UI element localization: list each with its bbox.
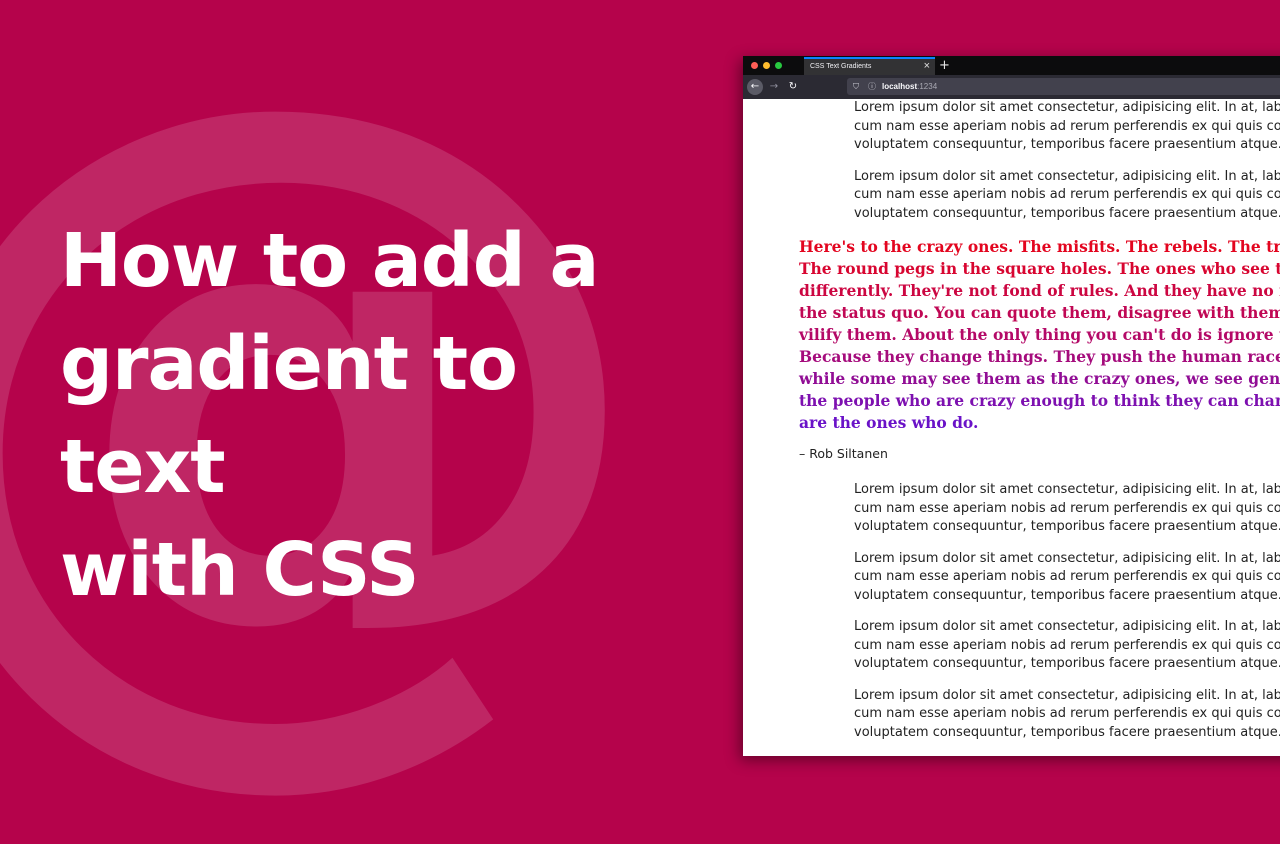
headline-line-1: How to add a xyxy=(60,218,599,304)
lorem-line: Lorem ipsum dolor sit amet consectetur, … xyxy=(854,687,1280,703)
lorem-line: Lorem ipsum dolor sit amet consectetur, … xyxy=(854,619,1280,634)
tab-title: CSS Text Gradients xyxy=(810,63,872,70)
lorem-line: voluptatem consequuntur, temporibus face… xyxy=(854,656,1280,671)
maximize-window-button[interactable] xyxy=(775,62,782,69)
browser-titlebar: CSS Text Gradients × + xyxy=(743,56,1280,75)
quote-line: the people who are crazy enough to think… xyxy=(799,391,1280,410)
lorem-line: Lorem ipsum dolor sit amet consectetur, … xyxy=(854,100,1280,115)
minimize-window-button[interactable] xyxy=(763,62,770,69)
forward-arrow-icon[interactable]: → xyxy=(766,79,782,95)
url-host: localhost xyxy=(882,82,918,91)
page-headline: How to add a gradient to text with CSS xyxy=(60,210,700,622)
url-port: :1234 xyxy=(917,82,938,91)
headline-line-3: with CSS xyxy=(60,527,420,613)
back-arrow-icon[interactable]: ← xyxy=(747,79,763,95)
lorem-paragraph: Lorem ipsum dolor sit amet consectetur, … xyxy=(854,481,1280,537)
lorem-paragraph: Lorem ipsum dolor sit amet consectetur, … xyxy=(854,550,1280,606)
lorem-paragraph: Lorem ipsum dolor sit amet consectetur, … xyxy=(854,168,1280,224)
lorem-line: voluptatem consequuntur, temporibus face… xyxy=(854,724,1280,740)
page-content: Lorem ipsum dolor sit amet consectetur, … xyxy=(743,99,1280,755)
lorem-line: cum nam esse aperiam nobis ad rerum perf… xyxy=(854,118,1280,134)
close-window-button[interactable] xyxy=(751,62,758,69)
shield-icon[interactable]: ⛉ xyxy=(853,78,859,95)
quote-line: Here's to the crazy ones. The misfits. T… xyxy=(799,237,1280,256)
lorem-paragraph: Lorem ipsum dolor sit amet consectetur, … xyxy=(854,618,1280,674)
new-tab-icon[interactable]: + xyxy=(939,56,950,75)
lorem-line: cum nam esse aperiam nobis ad rerum perf… xyxy=(854,637,1280,653)
lorem-line: cum nam esse aperiam nobis ad rerum perf… xyxy=(854,187,1280,202)
quote-line: Because they change things. They push th… xyxy=(799,347,1280,366)
browser-window: CSS Text Gradients × + ← → ↻ ⛉ ⓘ localho… xyxy=(743,56,1280,756)
browser-tab[interactable]: CSS Text Gradients × xyxy=(804,57,935,75)
gradient-quote: Here's to the crazy ones. The misfits. T… xyxy=(799,236,1280,434)
lorem-line: Lorem ipsum dolor sit amet consectetur, … xyxy=(854,482,1280,497)
lorem-paragraph: Lorem ipsum dolor sit amet consectetur, … xyxy=(854,687,1280,743)
quote-line: while some may see them as the crazy one… xyxy=(799,369,1280,388)
lorem-line: cum nam esse aperiam nobis ad rerum perf… xyxy=(854,569,1280,584)
lorem-paragraph: Lorem ipsum dolor sit amet consectetur, … xyxy=(854,99,1280,155)
lorem-line: voluptatem consequuntur, temporibus face… xyxy=(854,587,1280,603)
quote-line: are the ones who do. xyxy=(799,413,979,432)
quote-line: The round pegs in the square holes. The … xyxy=(799,259,1280,278)
lorem-line: cum nam esse aperiam nobis ad rerum perf… xyxy=(854,500,1280,516)
address-bar[interactable]: ⛉ ⓘ localhost:1234 xyxy=(847,78,1280,95)
lorem-line: voluptatem consequuntur, temporibus face… xyxy=(854,137,1280,152)
info-icon[interactable]: ⓘ xyxy=(868,78,876,95)
reload-icon[interactable]: ↻ xyxy=(785,79,801,95)
lorem-line: Lorem ipsum dolor sit amet consectetur, … xyxy=(854,550,1280,566)
quote-line: the status quo. You can quote them, disa… xyxy=(799,303,1280,322)
quote-line: differently. They're not fond of rules. … xyxy=(799,281,1280,300)
lorem-line: Lorem ipsum dolor sit amet consectetur, … xyxy=(854,168,1280,184)
lorem-line: cum nam esse aperiam nobis ad rerum perf… xyxy=(854,706,1280,721)
browser-toolbar: ← → ↻ ⛉ ⓘ localhost:1234 xyxy=(743,75,1280,99)
quote-line: vilify them. About the only thing you ca… xyxy=(799,325,1280,344)
url-text: localhost:1234 xyxy=(882,78,937,95)
quote-attribution: – Rob Siltanen xyxy=(799,446,888,461)
lorem-line: voluptatem consequuntur, temporibus face… xyxy=(854,205,1280,221)
headline-line-2: gradient to text xyxy=(60,321,518,510)
tab-close-icon[interactable]: × xyxy=(924,59,930,74)
lorem-line: voluptatem consequuntur, temporibus face… xyxy=(854,519,1280,534)
